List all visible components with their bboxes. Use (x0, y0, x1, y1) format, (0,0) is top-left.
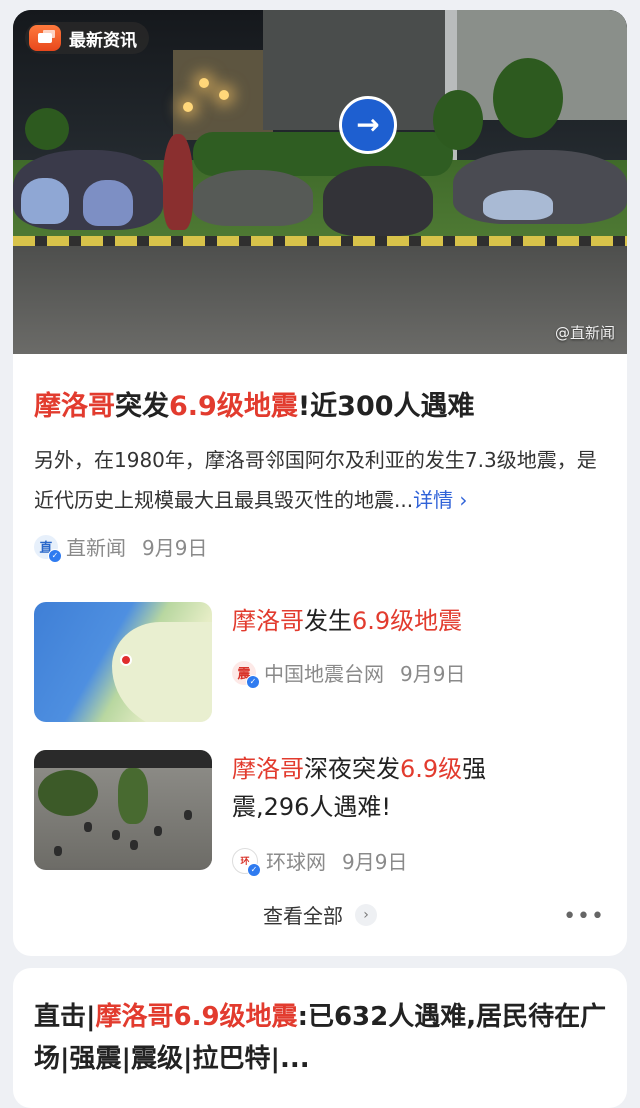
source-logo-icon: 环 ✓ (232, 847, 261, 877)
source-row: 直 ✓ 直新闻 9月9日 (34, 532, 208, 563)
thumb-tree (38, 770, 98, 816)
latest-news-badge: 最新资讯 (25, 22, 149, 54)
thumb-person (84, 822, 92, 832)
crowd (163, 134, 193, 230)
source-name[interactable]: 直新闻 (66, 532, 126, 561)
source-logo-icon: 震 ✓ (232, 660, 260, 689)
tree (493, 58, 563, 138)
publish-date: 9月9日 (342, 850, 408, 874)
headline-part: 摩洛哥6.9级地震 (95, 1002, 298, 1032)
more-dots-icon[interactable]: ••• (563, 904, 605, 929)
source-name[interactable]: 中国地震台网 (264, 658, 384, 687)
road (13, 246, 627, 354)
title-part: 发生 (304, 607, 352, 635)
headline-part: 直击| (34, 1002, 96, 1032)
headline: 直击|摩洛哥6.9级地震:已632人遇难,居民待在广场|强震|震级|拉巴特|..… (34, 996, 614, 1080)
direction-sign-icon: → (339, 96, 397, 154)
photo-thumbnail (34, 750, 212, 870)
news-card[interactable]: 直击|摩洛哥6.9级地震:已632人遇难,居民待在广场|强震|震级|拉巴特|..… (13, 968, 627, 1108)
image-watermark: @直新闻 (554, 324, 615, 342)
title-part: 摩洛哥 (232, 755, 304, 783)
related-title: 摩洛哥深夜突发6.9级强震,296人遇难! (232, 750, 532, 826)
title-part: 深夜突发 (304, 755, 400, 783)
source-row: 震 ✓ 中国地震台网 9月9日 (232, 658, 466, 689)
thumb-person (184, 810, 192, 820)
news-card[interactable]: → 最新资讯 @直新闻 摩洛哥突发6.9级地震!近300人遇难 另外，在1980… (13, 10, 627, 956)
summary-text: 另外，在1980年，摩洛哥邻国阿尔及利亚的发生7.3级地震，是近代历史上规模最大… (34, 448, 597, 512)
view-all-button[interactable]: 查看全部 › (263, 900, 377, 929)
street-lamp (199, 78, 209, 88)
tree (433, 90, 483, 150)
hedge (193, 132, 453, 176)
thumb-shade (34, 750, 212, 768)
crowd (193, 170, 313, 226)
thumb-person (154, 826, 162, 836)
verified-icon: ✓ (48, 548, 62, 563)
headline-part: 6.9级地震 (169, 391, 298, 422)
source-name[interactable]: 环球网 (266, 846, 326, 875)
headline-part: 摩洛哥 (34, 391, 115, 422)
crowd (83, 180, 133, 226)
crowd (323, 166, 433, 236)
crowd (483, 190, 553, 220)
map-land (112, 622, 212, 722)
title-part: 摩洛哥 (232, 607, 304, 635)
title-part: 6.9级 (400, 755, 463, 783)
tree (25, 108, 69, 150)
thumb-tree (118, 768, 148, 824)
news-app-icon (29, 25, 61, 51)
headline[interactable]: 摩洛哥突发6.9级地震!近300人遇难 (34, 384, 614, 423)
thumb-person (112, 830, 120, 840)
hero-image[interactable]: → 最新资讯 @直新闻 (13, 10, 627, 354)
related-article[interactable]: 摩洛哥深夜突发6.9级强震,296人遇难! 环 ✓ 环球网 9月9日 (34, 750, 612, 877)
title-part: 6.9级地震 (352, 607, 463, 635)
map-pin-icon (120, 654, 132, 666)
road-curb (13, 236, 627, 246)
verified-icon: ✓ (246, 674, 260, 689)
thumb-person (54, 846, 62, 856)
street-lamp (219, 90, 229, 100)
publish-date: 9月9日 (142, 536, 208, 560)
headline-part: 突发 (115, 391, 169, 422)
source-logo-icon: 直 ✓ (34, 534, 62, 563)
map-thumbnail (34, 602, 212, 722)
street-lamp (183, 102, 193, 112)
thumb-person (130, 840, 138, 850)
related-article[interactable]: 摩洛哥发生6.9级地震 震 ✓ 中国地震台网 9月9日 (34, 602, 612, 724)
headline-part: !近300人遇难 (297, 391, 475, 422)
badge-label: 最新资讯 (69, 30, 137, 51)
source-row: 环 ✓ 环球网 9月9日 (232, 846, 408, 877)
related-title: 摩洛哥发生6.9级地震 (232, 602, 532, 640)
details-link[interactable]: 详情 › (413, 488, 467, 512)
crowd (21, 178, 69, 224)
chevron-right-icon: › (355, 903, 377, 926)
article-summary[interactable]: 另外，在1980年，摩洛哥邻国阿尔及利亚的发生7.3级地震，是近代历史上规模最大… (34, 440, 614, 520)
publish-date: 9月9日 (400, 662, 466, 686)
verified-icon: ✓ (247, 862, 261, 877)
view-all-label: 查看全部 (263, 904, 343, 928)
